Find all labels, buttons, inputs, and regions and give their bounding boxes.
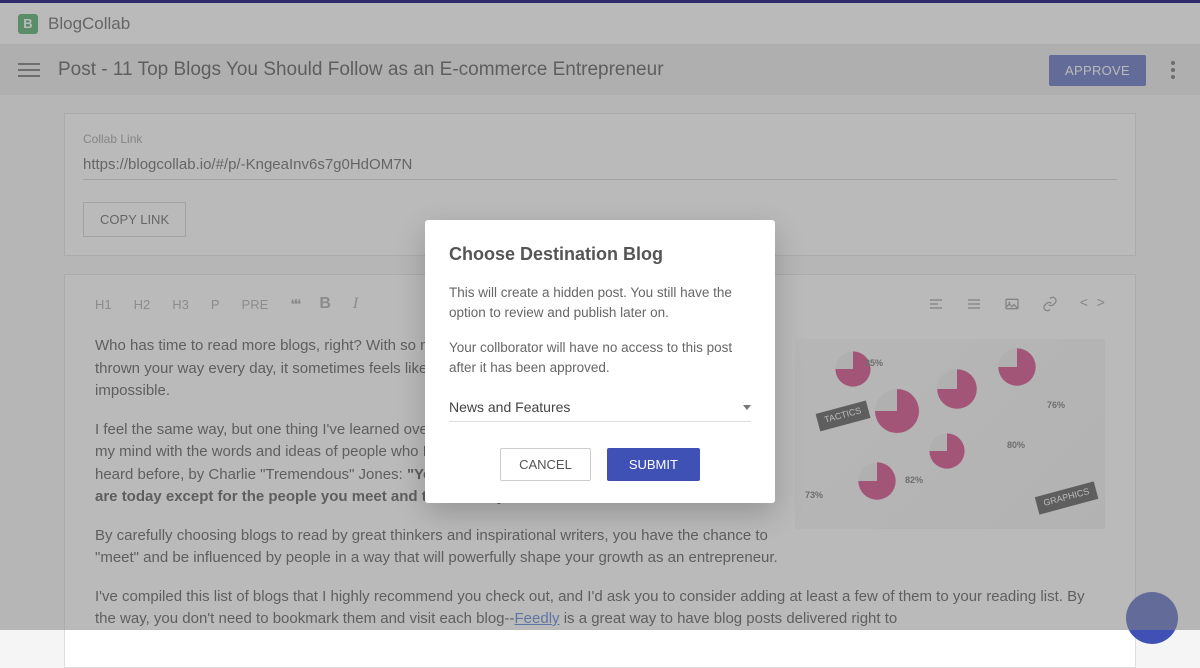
destination-select[interactable]: News and Features: [449, 393, 751, 422]
destination-modal: Choose Destination Blog This will create…: [425, 220, 775, 503]
select-value: News and Features: [449, 399, 570, 415]
modal-text: This will create a hidden post. You stil…: [449, 283, 751, 322]
submit-button[interactable]: SUBMIT: [607, 448, 700, 481]
modal-text: Your collborator will have no access to …: [449, 338, 751, 377]
cancel-button[interactable]: CANCEL: [500, 448, 591, 481]
chevron-down-icon: [743, 405, 751, 410]
modal-title: Choose Destination Blog: [449, 244, 751, 265]
modal-overlay[interactable]: Choose Destination Blog This will create…: [0, 3, 1200, 630]
modal-actions: CANCEL SUBMIT: [449, 448, 751, 481]
